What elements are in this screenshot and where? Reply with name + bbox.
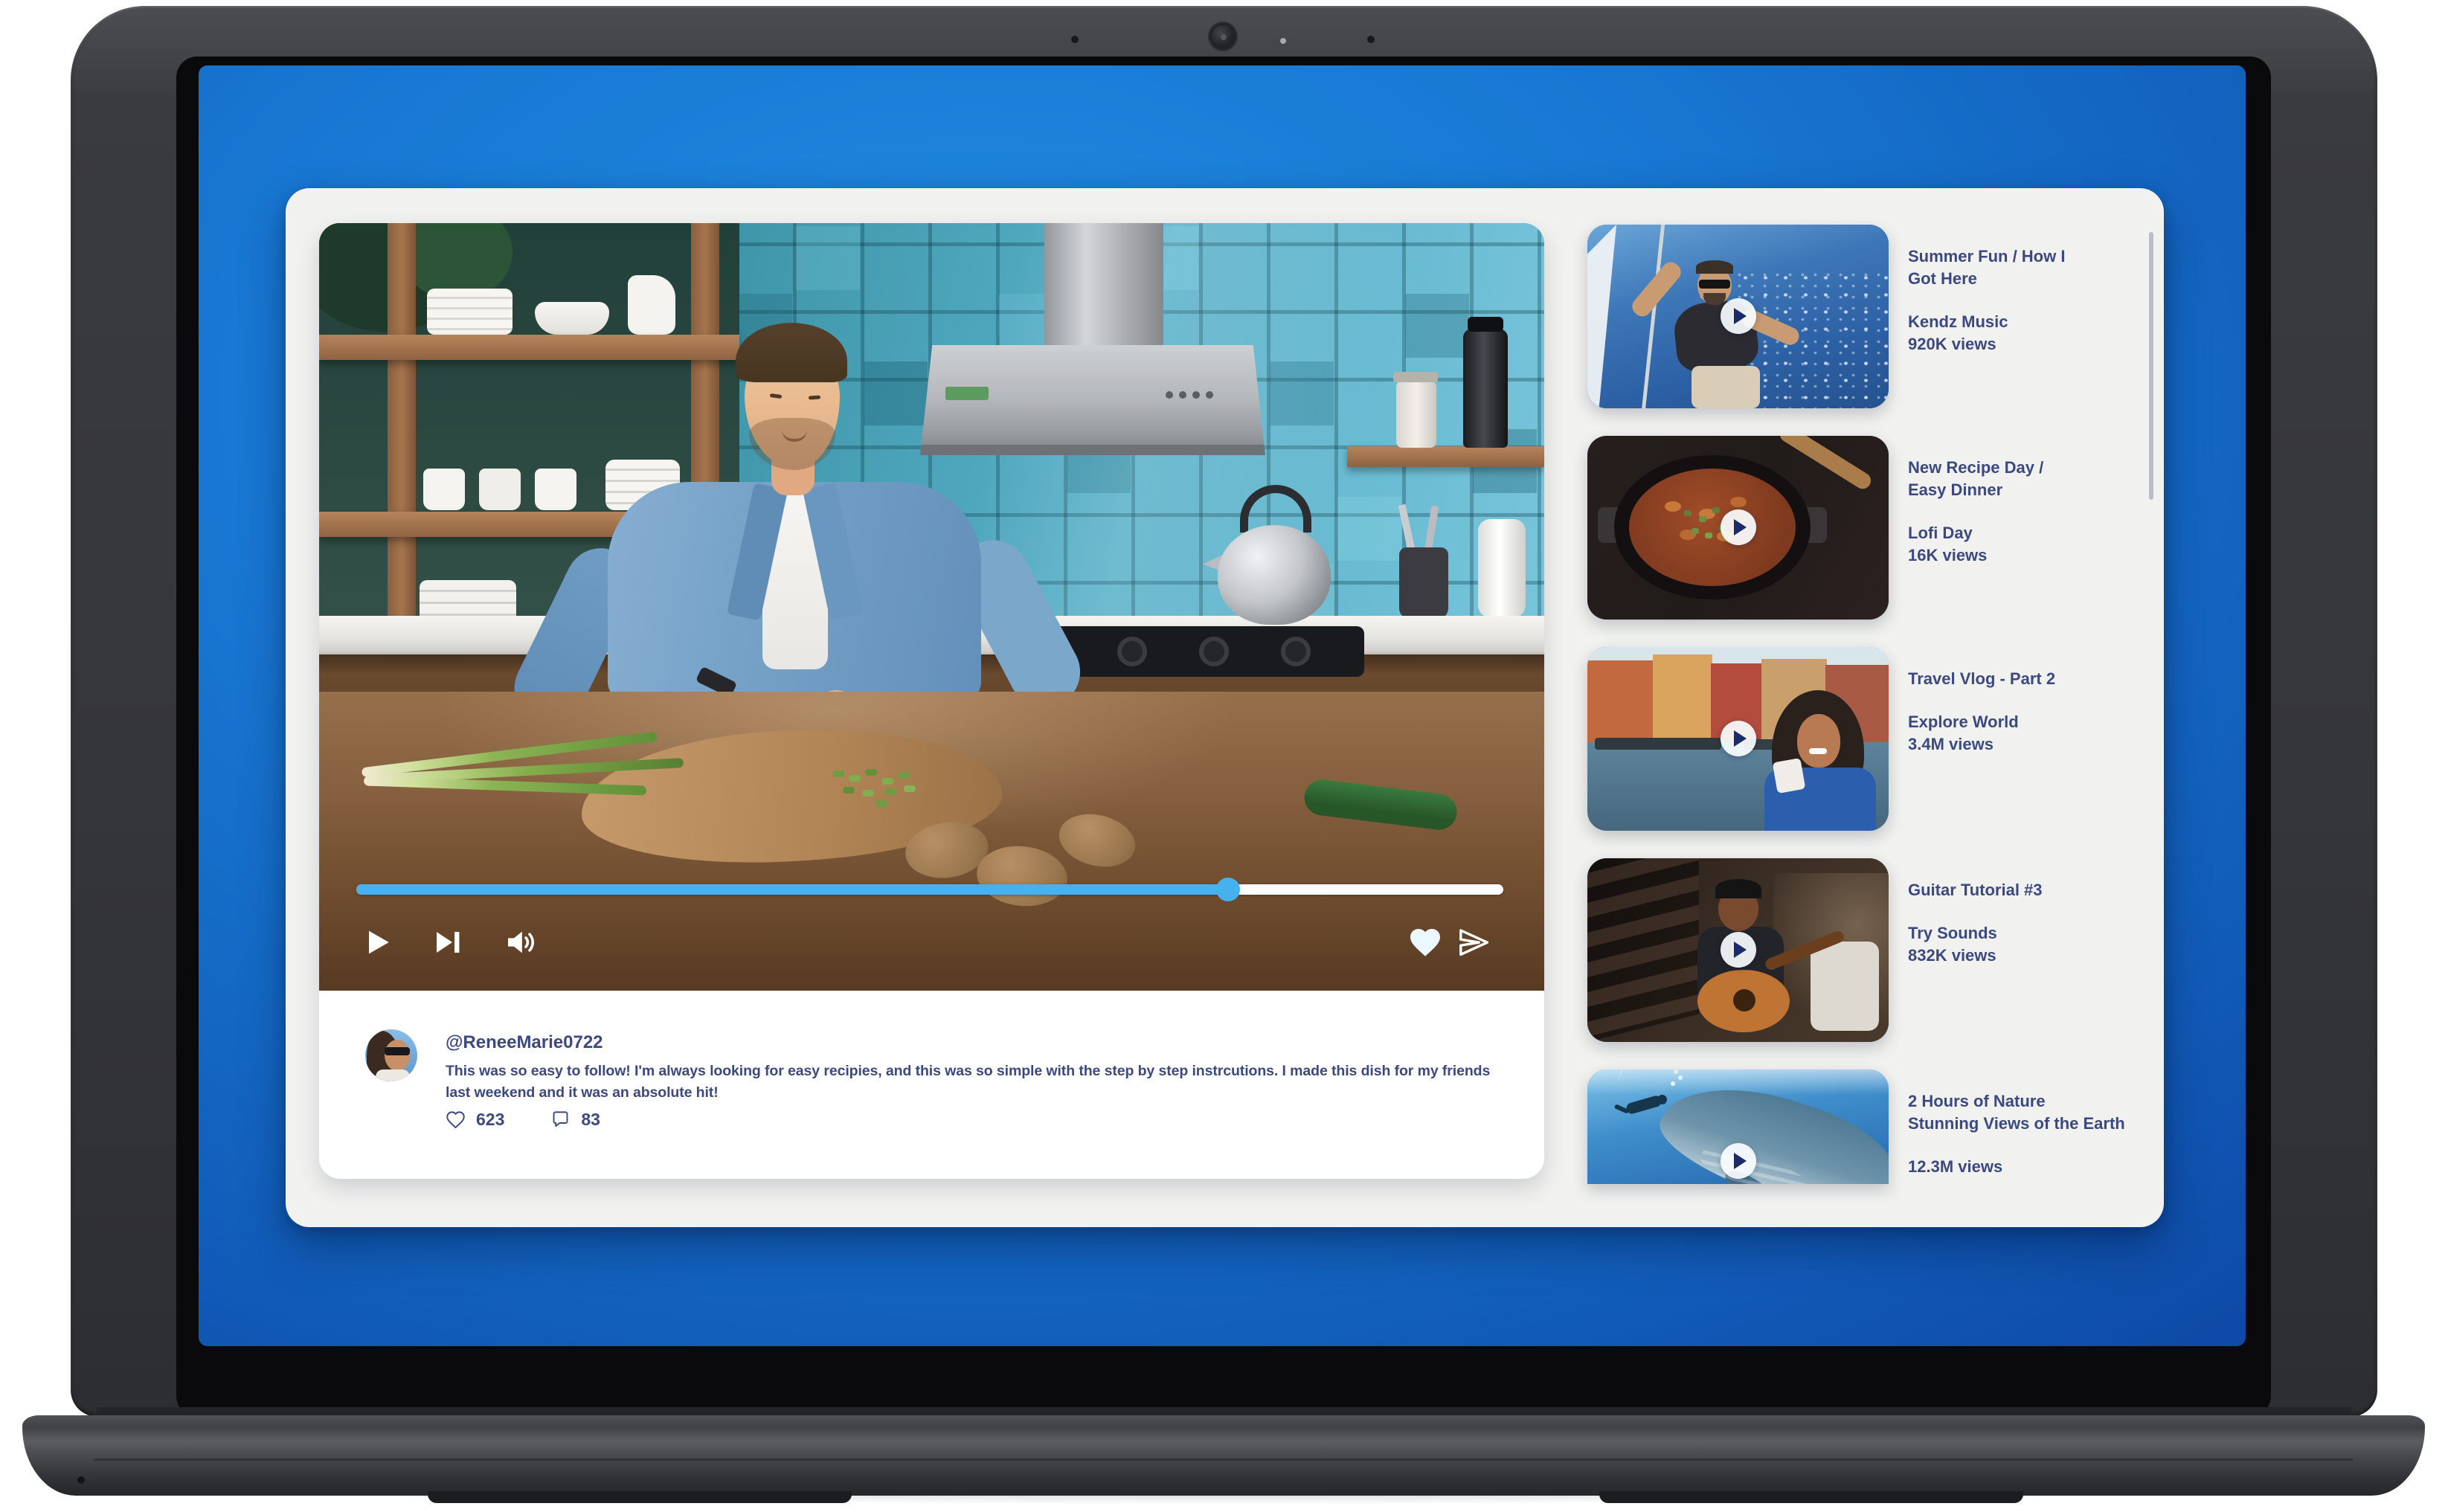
suggested-video-1[interactable]: Summer Fun / How I Got Here Kendz Music … [1587,225,2153,408]
play-icon [1721,298,1756,334]
video-channel: Explore World [1908,711,2164,733]
commenter-username[interactable]: @ReneeMarie0722 [446,1032,603,1053]
like-button[interactable] [1407,924,1443,960]
paper-towel [1478,519,1526,617]
progress-fill [356,884,1228,895]
video-thumbnail-recipe[interactable] [1587,436,1889,620]
suggested-video-5[interactable]: 2 Hours of Nature Stunning Views of the … [1587,1069,2153,1253]
suggested-video-3[interactable]: Travel Vlog - Part 2 Explore World 3.4M … [1587,647,2153,831]
skip-next-button[interactable] [429,924,465,960]
video-title[interactable]: New Recipe Day / Easy Dinner [1908,457,2164,501]
volume-button[interactable] [504,924,539,960]
comment-section: @ReneeMarie0722 This was so easy to foll… [319,991,1544,1179]
range-hood [920,345,1265,455]
video-app-window: @ReneeMarie0722 This was so easy to foll… [286,188,2164,1227]
webcam [1209,23,1236,50]
play-icon [1721,1143,1756,1179]
video-views: 12.3M views [1908,1156,2164,1178]
comment-text: This was so easy to follow! I'm always l… [446,1061,1532,1104]
video-thumbnail-travel[interactable] [1587,647,1889,831]
video-thumbnail-nature[interactable] [1587,1069,1889,1184]
microphone-dot-left [1071,36,1079,43]
video-player[interactable] [319,223,1544,991]
play-button[interactable] [360,924,396,960]
video-channel: Kendz Music [1908,311,2164,333]
laptop: @ReneeMarie0722 This was so easy to foll… [0,0,2448,1512]
range-hood-chimney [1044,223,1163,348]
video-views: 920K views [1908,333,2164,356]
video-title[interactable]: Guitar Tutorial #3 [1908,879,2164,901]
video-channel: Try Sounds [1908,922,2164,945]
utensil-crock [1399,547,1448,619]
suggested-video-2[interactable]: New Recipe Day / Easy Dinner Lofi Day 16… [1587,436,2153,620]
webcam-led [1280,38,1286,44]
video-title[interactable]: Summer Fun / How I Got Here [1908,245,2164,290]
laptop-base [22,1415,2425,1496]
laptop-foot-left [428,1491,852,1503]
play-icon [1721,932,1756,968]
laptop-foot-right [1599,1491,2023,1503]
laptop-side-port [77,1476,85,1484]
video-views: 16K views [1908,544,2164,567]
thermos [1463,329,1508,448]
video-thumbnail-sailing[interactable] [1587,225,1889,408]
microphone-dot-right [1367,36,1375,43]
video-views: 832K views [1908,945,2164,967]
comment-like-icon[interactable] [446,1110,466,1130]
video-title[interactable]: 2 Hours of Nature Stunning Views of the … [1908,1090,2164,1135]
scrollbar-thumb[interactable] [2149,232,2153,500]
share-button[interactable] [1456,924,1491,960]
play-icon [1721,721,1756,756]
comment-reply-icon[interactable] [550,1110,571,1130]
progress-handle[interactable] [1216,878,1240,901]
video-title[interactable]: Travel Vlog - Part 2 [1908,668,2164,690]
video-thumbnail-guitar[interactable] [1587,858,1889,1042]
suggested-video-4[interactable]: Guitar Tutorial #3 Try Sounds 832K views [1587,858,2153,1042]
laptop-lid: @ReneeMarie0722 This was so easy to foll… [71,6,2377,1417]
comment-reply-count: 83 [581,1110,600,1130]
right-shelf [1347,446,1544,467]
commenter-avatar[interactable] [365,1029,417,1081]
play-icon [1721,509,1756,545]
video-channel: Lofi Day [1908,522,2164,544]
screen-bezel: @ReneeMarie0722 This was so easy to foll… [176,57,2271,1417]
desktop-wallpaper: @ReneeMarie0722 This was so easy to foll… [199,65,2246,1346]
video-views: 3.4M views [1908,733,2164,756]
comment-like-count: 623 [476,1110,504,1130]
player-card: @ReneeMarie0722 This was so easy to foll… [319,223,1544,1179]
